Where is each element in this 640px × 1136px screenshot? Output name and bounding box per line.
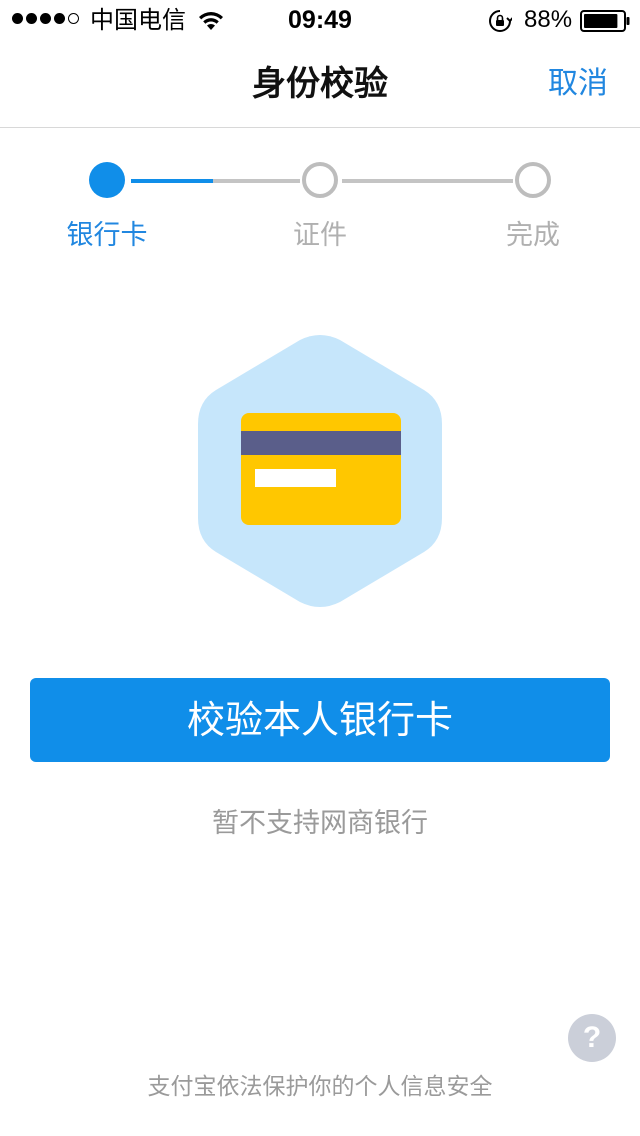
step-3-indicator bbox=[515, 162, 551, 198]
help-button[interactable]: ? bbox=[568, 1014, 616, 1062]
step-1-indicator bbox=[89, 162, 125, 198]
verify-bank-card-button[interactable]: 校验本人银行卡 bbox=[30, 678, 610, 762]
navigation-bar: 身份校验 取消 bbox=[0, 40, 640, 128]
page-title: 身份校验 bbox=[252, 64, 388, 104]
privacy-footer: 支付宝依法保护你的个人信息安全 bbox=[147, 1074, 493, 1100]
card-signature-strip bbox=[255, 469, 336, 487]
question-icon: ? bbox=[582, 1021, 602, 1054]
status-bar: 中国电信 09:49 88% bbox=[0, 0, 640, 40]
step-connector-line bbox=[342, 179, 513, 183]
card-magnetic-stripe bbox=[241, 431, 401, 455]
bank-card-icon bbox=[198, 335, 442, 607]
step-progress-line bbox=[131, 179, 213, 183]
step-indicator: 银行卡 证件 完成 bbox=[0, 162, 640, 262]
cancel-button[interactable]: 取消 bbox=[548, 64, 608, 104]
step-2-label: 证件 bbox=[293, 220, 347, 251]
unsupported-bank-note: 暂不支持网商银行 bbox=[212, 808, 428, 839]
step-2-indicator bbox=[302, 162, 338, 198]
battery-icon bbox=[580, 10, 630, 32]
battery-percentage: 88% bbox=[524, 6, 573, 33]
rotation-lock-icon bbox=[489, 10, 512, 32]
step-3-label: 完成 bbox=[506, 220, 560, 251]
step-1-label: 银行卡 bbox=[66, 220, 148, 251]
step-connector-line bbox=[213, 179, 300, 183]
